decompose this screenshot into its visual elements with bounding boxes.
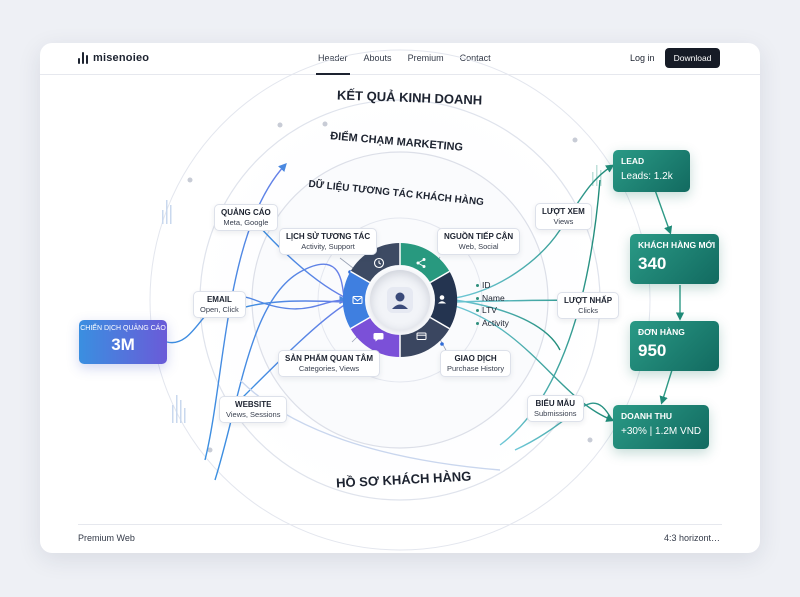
kpi-new-customers[interactable]: KHÁCH HÀNG MỚI 340 [630,234,719,284]
kpi-revenue-value: +30% | 1.2M VND [621,426,702,437]
data-node-interest-sub: Categories, Views [298,364,360,373]
attribute-item: Name [476,292,509,305]
attribute-item: LTV [476,304,509,317]
touchpoint-forms[interactable]: BIỂU MẪU Submissions [527,395,584,422]
touchpoint-views[interactable]: LƯỢT XEM Views [535,203,592,230]
data-node-interest-title: SẢN PHẨM QUAN TÂM [285,354,373,363]
data-node-transaction[interactable]: GIAO DỊCH Purchase History [440,350,512,377]
bullet-dot [476,309,479,313]
kpi-orders-title: ĐƠN HÀNG [638,327,685,337]
touchpoint-website-sub: Views, Sessions [226,410,281,419]
ring-dot [572,137,578,143]
kpi-lead[interactable]: LEAD Leads: 1.2k [613,150,690,192]
ring-dot [587,437,593,443]
customer-profile-center[interactable] [370,270,430,330]
data-node-transaction-title: GIAO DỊCH [454,354,497,363]
touchpoint-website-title: WEBSITE [235,400,272,409]
attribute-name: Name [482,292,505,303]
touchpoint-email[interactable]: EMAIL Open, Click [193,291,246,318]
attribute-item: Activity [476,317,509,330]
data-node-source[interactable]: NGUỒN TIẾP CẬN Web, Social [437,228,521,255]
data-node-source-sub: Web, Social [458,242,499,251]
touchpoint-forms-sub: Submissions [534,409,577,418]
ring-dot [277,122,283,128]
data-node-history-title: LỊCH SỬ TƯƠNG TÁC [286,232,371,241]
data-node-interest[interactable]: SẢN PHẨM QUAN TÂM Categories, Views [278,350,380,377]
bullet-dot [476,283,479,287]
attribute-ltv: LTV [482,305,497,316]
attribute-id: ID [482,280,491,290]
campaign-title: CHIẾN DỊCH QUẢNG CÁO [80,325,166,332]
touchpoint-views-sub: Views [553,217,574,226]
campaign-value: 3M [111,335,135,354]
bullet-dot [476,321,479,325]
data-node-history-sub: Activity, Support [301,242,355,251]
profile-attributes: ID Name LTV Activity [476,279,509,330]
touchpoint-clicks-title: LƯỢT NHẤP [564,296,613,305]
kpi-lead-value: Leads: 1.2k [621,171,673,182]
touchpoint-forms-title: BIỂU MẪU [535,399,576,408]
ring-dot [322,121,328,127]
kpi-customers-title: KHÁCH HÀNG MỚI [638,240,716,250]
attribute-activity: Activity [482,318,509,329]
touchpoint-clicks[interactable]: LƯỢT NHẤP Clicks [557,292,620,319]
data-node-history[interactable]: LỊCH SỬ TƯƠNG TÁC Activity, Support [279,228,378,255]
kpi-customers-value: 340 [638,254,667,273]
touchpoint-clicks-sub: Clicks [578,306,599,315]
touchpoint-ads-title: QUẢNG CÁO [221,208,271,217]
data-node-transaction-sub: Purchase History [447,364,505,373]
data-node-source-title: NGUỒN TIẾP CẬN [444,232,514,241]
campaign-card[interactable]: CHIẾN DỊCH QUẢNG CÁO 3M [79,320,167,364]
profile-user-icon [387,287,413,313]
kpi-orders-value: 950 [638,341,667,360]
touchpoint-ads[interactable]: QUẢNG CÁO Meta, Google [214,204,278,231]
touchpoint-views-title: LƯỢT XEM [542,207,585,216]
bullet-dot [476,296,479,300]
touchpoint-email-sub: Open, Click [200,305,239,314]
touchpoint-ads-sub: Meta, Google [223,218,269,227]
ring-dot [187,177,193,183]
attribute-item: ID [476,279,509,292]
touchpoint-email-title: EMAIL [206,295,232,304]
touchpoint-website[interactable]: WEBSITE Views, Sessions [219,396,288,423]
kpi-revenue-title: DOANH THU [621,411,672,421]
kpi-lead-title: LEAD [621,156,645,166]
kpi-orders[interactable]: ĐƠN HÀNG 950 [630,321,719,371]
kpi-revenue[interactable]: DOANH THU +30% | 1.2M VND [613,405,709,449]
